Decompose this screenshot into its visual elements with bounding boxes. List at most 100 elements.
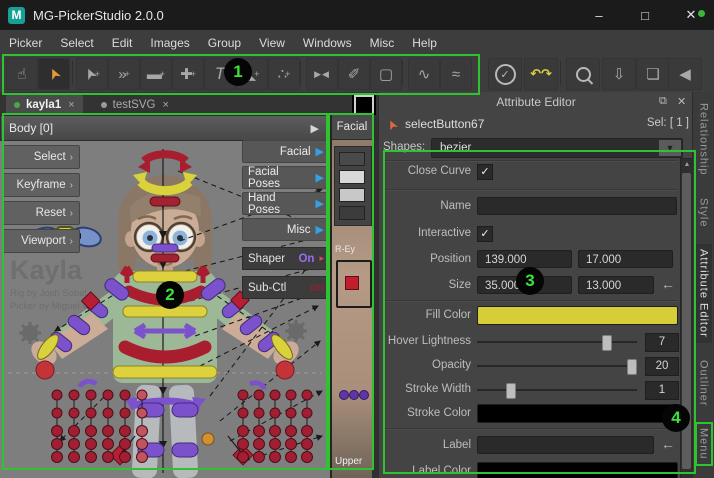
pose-button-hand-poses[interactable]: Hand Poses ▶ <box>242 192 330 215</box>
command-button-reset[interactable]: Reset › <box>2 201 80 225</box>
check-circle-icon[interactable]: ✓ <box>488 58 522 90</box>
stroke-width-value[interactable]: 1 <box>645 381 679 400</box>
dock-tab-style[interactable]: Style <box>696 193 712 232</box>
menu-item-picker[interactable]: Picker <box>0 36 51 50</box>
opacity-slider[interactable] <box>477 365 637 367</box>
pose-button-facial[interactable]: Facial ▶ <box>242 140 330 163</box>
pick-hand-icon[interactable]: ☝ <box>6 58 38 90</box>
facial-dot-button[interactable] <box>339 390 349 400</box>
body-panel-header[interactable]: Body [0] ▶ <box>0 115 330 141</box>
facial-dot-button[interactable] <box>349 390 359 400</box>
picker-tab-kayla1[interactable]: kayla1 × <box>6 94 83 115</box>
annotation-circle-4: 4 <box>662 404 690 432</box>
facial-swatch[interactable] <box>339 170 365 184</box>
add-slider-button-icon[interactable]: ▬+ <box>140 58 172 90</box>
tab-close-icon[interactable]: × <box>162 99 168 111</box>
flip-arrows-icon[interactable]: ↶↷ <box>524 58 558 90</box>
search-icon[interactable] <box>566 58 600 90</box>
menu-item-view[interactable]: View <box>250 36 294 50</box>
import-picker-icon[interactable]: ⇩ <box>602 58 636 90</box>
name-input[interactable] <box>477 197 677 215</box>
play-icon: ▶ <box>316 223 324 236</box>
add-command-button-icon[interactable]: »+ <box>108 58 140 90</box>
hover-lightness-slider[interactable] <box>477 341 637 343</box>
chevron-icon: › <box>70 180 73 191</box>
annotation-circle-2: 2 <box>156 281 184 309</box>
comment-icon[interactable]: ❏ <box>636 58 670 90</box>
position-y-input[interactable]: 17.000 <box>578 250 673 268</box>
menu-item-misc[interactable]: Misc <box>361 36 404 50</box>
command-stack: Select › Keyframe › Reset › Viewport › <box>2 145 80 253</box>
command-button-keyframe[interactable]: Keyframe › <box>2 173 80 197</box>
command-button-viewport[interactable]: Viewport › <box>2 229 80 253</box>
dock-tab-relationship[interactable]: Relationship <box>696 98 712 181</box>
pose-button-facial-poses[interactable]: Facial Poses ▶ <box>242 166 330 189</box>
node-name: selectButton67 <box>405 117 484 131</box>
shaper-state: On <box>298 253 314 265</box>
menu-item-windows[interactable]: Windows <box>294 36 361 50</box>
facial-swatch[interactable] <box>339 206 365 220</box>
subctl-toggle[interactable]: Sub-Ctl on <box>242 276 330 299</box>
dock-tab-attribute-editor[interactable]: Attribute Editor <box>696 244 712 343</box>
command-button-select[interactable]: Select › <box>2 145 80 169</box>
label-reset-arrow[interactable]: ← <box>657 436 679 453</box>
label-input[interactable] <box>477 436 654 454</box>
mirror-buttons-icon[interactable]: ▶◀ <box>306 58 338 90</box>
eyedropper-icon[interactable]: ✐ <box>338 58 370 90</box>
menu-item-help[interactable]: Help <box>403 36 446 50</box>
pose-button-misc[interactable]: Misc ▶ <box>242 218 330 241</box>
name-label: Name <box>379 200 471 212</box>
stroke-color-swatch[interactable] <box>477 404 678 423</box>
add-select-button-icon[interactable]: ➤+ <box>76 58 108 90</box>
hover-lightness-value[interactable]: 7 <box>645 333 679 352</box>
stroke-width-slider[interactable] <box>477 389 637 391</box>
maximize-button[interactable]: □ <box>622 0 668 30</box>
dock-icon[interactable]: ⧉ <box>659 95 667 108</box>
add-move-button-icon[interactable]: ✚+ <box>172 58 204 90</box>
picker-tab-testsvg[interactable]: testSVG × <box>93 94 177 115</box>
close-button[interactable]: ✕ <box>668 0 714 30</box>
shaper-toggle[interactable]: Shaper On ▸ <box>242 247 330 270</box>
minimize-button[interactable]: – <box>576 0 622 30</box>
facial-dot-button[interactable] <box>359 390 369 400</box>
facial-panel-body[interactable]: R-Ey Upper <box>332 140 372 478</box>
opacity-value[interactable]: 20 <box>645 357 679 376</box>
dock-tab-menu[interactable]: Menu <box>696 423 712 465</box>
menu-item-edit[interactable]: Edit <box>103 36 142 50</box>
zigzag-tool-icon[interactable]: ≈ <box>440 58 472 90</box>
fill-color-swatch[interactable] <box>477 306 678 325</box>
curve-tool-icon[interactable]: ∿ <box>408 58 440 90</box>
menu-item-group[interactable]: Group <box>199 36 250 50</box>
shapes-dropdown[interactable]: bezier ▼ <box>431 138 683 158</box>
position-x-input[interactable]: 139.000 <box>477 250 572 268</box>
marquee-select-icon[interactable]: ▢ <box>370 58 402 90</box>
facial-panel: Facial R-Ey Upper <box>330 115 372 478</box>
size-reset-arrow[interactable]: ← <box>657 276 679 293</box>
dock-tab-outliner[interactable]: Outliner <box>696 355 712 412</box>
detach-panel-icon[interactable] <box>354 95 374 115</box>
interactive-checkbox[interactable]: ✓ <box>477 226 493 242</box>
gear-icon[interactable] <box>285 320 307 342</box>
size-height-input[interactable]: 13.000 <box>578 276 654 294</box>
label-color-label: Label Color <box>379 465 471 477</box>
menu-item-select[interactable]: Select <box>51 36 102 50</box>
select-cursor-icon[interactable]: ➤ <box>38 58 70 90</box>
stroke-color-label: Stroke Color <box>379 407 471 419</box>
send-left-icon[interactable]: ◀ <box>668 58 702 90</box>
add-dots-button-icon[interactable]: ∴+ <box>268 58 300 90</box>
menu-item-images[interactable]: Images <box>141 36 198 50</box>
fill-color-label: Fill Color <box>379 309 471 321</box>
watermark-credit1: Rig by Josh Sobel <box>10 288 87 299</box>
facial-swatch[interactable] <box>339 152 365 166</box>
panel-close-icon[interactable]: ✕ <box>677 95 686 108</box>
stroke-width-label: Stroke Width <box>379 383 471 395</box>
mg-pickerstudio-window: M MG-PickerStudio 2.0.0 – □ ✕ PickerSele… <box>0 0 714 478</box>
picker-tab-bar: kayla1 × testSVG × <box>0 92 378 115</box>
close-curve-checkbox[interactable]: ✓ <box>477 164 493 180</box>
label-color-swatch[interactable] <box>477 462 678 478</box>
facial-eye-button[interactable] <box>345 276 359 290</box>
gear-icon[interactable] <box>19 322 41 344</box>
facial-panel-tab[interactable]: Facial <box>332 115 372 140</box>
facial-swatch[interactable] <box>339 188 365 202</box>
tab-close-icon[interactable]: × <box>68 99 74 111</box>
